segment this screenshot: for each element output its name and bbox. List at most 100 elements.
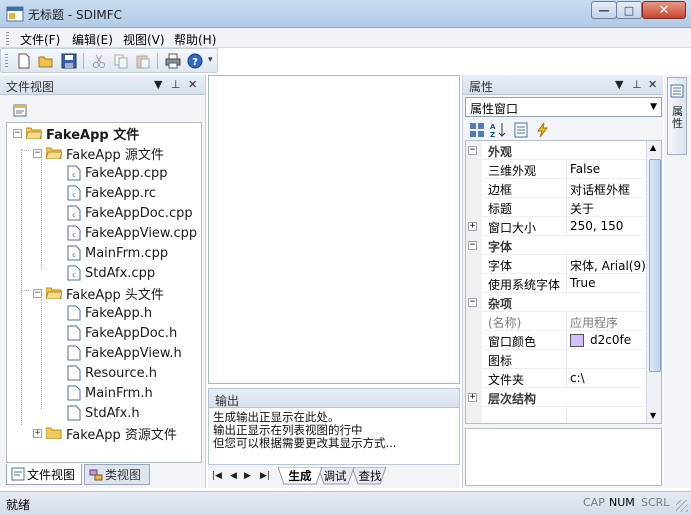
- tree-file[interactable]: c FakeAppDoc.cpp: [67, 203, 193, 223]
- collapse-icon[interactable]: −: [13, 128, 22, 138]
- properties-titlebar[interactable]: 属性 ▼ ⊥ ✕: [463, 75, 663, 95]
- collapse-icon[interactable]: −: [468, 298, 477, 307]
- scroll-down-icon[interactable]: ▼: [650, 411, 656, 420]
- tree-file[interactable]: c FakeApp.cpp: [67, 163, 168, 183]
- pane-menu-icon[interactable]: ▼: [615, 78, 623, 91]
- maximize-button[interactable]: □: [616, 1, 642, 19]
- chevron-down-icon[interactable]: ▼: [650, 102, 657, 112]
- property-value[interactable]: 对话框外框: [570, 181, 630, 198]
- properties-autohide-tab[interactable]: 属性: [667, 77, 687, 155]
- sort-alphabetical-icon[interactable]: AZ: [489, 122, 507, 138]
- property-row[interactable]: 窗口颜色 d2c0fe: [466, 331, 646, 350]
- tab-build[interactable]: 生成: [284, 467, 316, 485]
- tree-file[interactable]: c MainFrm.cpp: [67, 243, 168, 263]
- toolbar-grip-icon[interactable]: [5, 54, 8, 67]
- title-bar[interactable]: 无标题 - SDIMFC — □ ✕: [0, 0, 691, 28]
- category-row[interactable]: − 杂项: [466, 293, 646, 312]
- new-icon[interactable]: [16, 53, 32, 69]
- scrollbar-thumb[interactable]: [649, 159, 661, 372]
- help-icon[interactable]: ?: [187, 53, 203, 69]
- tab-fileview[interactable]: 文件视图: [6, 464, 82, 485]
- property-grid-scrollbar[interactable]: ▲ ▼: [646, 141, 661, 423]
- tree-root[interactable]: − FakeApp 文件: [13, 123, 139, 143]
- prev-tab-icon[interactable]: ◀: [230, 471, 237, 481]
- open-icon[interactable]: [38, 53, 54, 69]
- property-value[interactable]: c:\: [570, 371, 585, 385]
- category-row[interactable]: + 层次结构: [466, 388, 646, 407]
- tree-folder-resource[interactable]: + FakeApp 资源文件: [33, 423, 177, 443]
- category-row[interactable]: − 字体: [466, 236, 646, 255]
- pin-icon[interactable]: ⊥: [632, 78, 642, 91]
- tree-folder-header[interactable]: − FakeApp 头文件: [33, 283, 164, 303]
- tree-file[interactable]: FakeAppDoc.h: [67, 323, 177, 343]
- events-icon[interactable]: [535, 122, 551, 138]
- cut-icon[interactable]: [91, 53, 107, 69]
- properties-icon[interactable]: [12, 102, 28, 118]
- copy-icon[interactable]: [113, 53, 129, 69]
- menubar-grip-icon[interactable]: [6, 32, 9, 45]
- menu-help[interactable]: 帮助(H): [174, 31, 216, 48]
- tab-debug[interactable]: 调试: [320, 467, 350, 485]
- file-tree[interactable]: − FakeApp 文件 − FakeApp 源文件 c FakeApp.cpp…: [6, 122, 202, 463]
- properties-object-combo[interactable]: 属性窗口 ▼: [465, 97, 662, 117]
- category-row[interactable]: − 外观: [466, 141, 646, 160]
- property-value[interactable]: True: [570, 276, 596, 290]
- property-value[interactable]: d2c0fe: [590, 333, 631, 347]
- property-row[interactable]: 标题 关于: [466, 198, 646, 217]
- tree-file[interactable]: StdAfx.h: [67, 403, 140, 423]
- property-grid[interactable]: − 外观 三维外观 False 边框 对话框外框 标题 关于 + 窗口大小 25…: [465, 140, 662, 424]
- property-row[interactable]: 三维外观 False: [466, 160, 646, 179]
- property-value[interactable]: 宋体, Arial(9): [570, 257, 646, 274]
- property-value[interactable]: False: [570, 162, 600, 176]
- menu-file[interactable]: 文件(F): [20, 31, 60, 48]
- property-pages-icon[interactable]: [513, 122, 529, 138]
- first-tab-icon[interactable]: |◀: [212, 471, 222, 481]
- toolbar-overflow-icon[interactable]: ▾: [208, 55, 213, 65]
- output-text-area[interactable]: 生成输出正显示在此处。 输出正显示在列表视图的行中 但您可以根据需要更改其显示方…: [208, 408, 460, 465]
- expand-icon[interactable]: +: [468, 222, 477, 231]
- pin-icon[interactable]: ⊥: [171, 78, 181, 91]
- property-row[interactable]: 图标: [466, 350, 646, 369]
- menu-edit[interactable]: 编辑(E): [72, 31, 113, 48]
- output-titlebar[interactable]: 输出: [208, 388, 460, 408]
- property-value[interactable]: 关于: [570, 200, 594, 217]
- tab-find[interactable]: 查找: [356, 467, 384, 485]
- property-row[interactable]: + 窗口大小 250, 150: [466, 217, 646, 236]
- print-icon[interactable]: [165, 53, 181, 69]
- tree-file[interactable]: c StdAfx.cpp: [67, 263, 155, 283]
- paste-icon[interactable]: [135, 53, 151, 69]
- file-view-titlebar[interactable]: 文件视图 ▼ ⊥ ✕: [0, 75, 205, 95]
- save-icon[interactable]: [61, 53, 77, 69]
- tree-file[interactable]: MainFrm.h: [67, 383, 153, 403]
- property-row[interactable]: 边框 对话框外框: [466, 179, 646, 198]
- collapse-icon[interactable]: −: [33, 148, 42, 158]
- close-button[interactable]: ✕: [642, 1, 686, 19]
- pane-close-icon[interactable]: ✕: [188, 78, 197, 91]
- menu-view[interactable]: 视图(V): [123, 31, 165, 48]
- tree-file[interactable]: Resource.h: [67, 363, 157, 383]
- collapse-icon[interactable]: −: [468, 146, 477, 155]
- minimize-button[interactable]: —: [591, 1, 617, 19]
- property-row[interactable]: 字体 宋体, Arial(9): [466, 255, 646, 274]
- tree-file[interactable]: c FakeAppView.cpp: [67, 223, 197, 243]
- last-tab-icon[interactable]: ▶|: [260, 471, 270, 481]
- expand-icon[interactable]: +: [468, 393, 477, 402]
- tree-file[interactable]: FakeApp.h: [67, 303, 152, 323]
- categorized-icon[interactable]: [469, 122, 485, 138]
- collapse-icon[interactable]: −: [468, 241, 477, 250]
- next-tab-icon[interactable]: ▶: [244, 471, 251, 481]
- color-swatch[interactable]: [570, 334, 584, 347]
- tree-file[interactable]: FakeAppView.h: [67, 343, 182, 363]
- expand-icon[interactable]: +: [33, 428, 42, 438]
- collapse-icon[interactable]: −: [33, 288, 42, 298]
- pane-menu-icon[interactable]: ▼: [154, 78, 162, 91]
- tree-file[interactable]: c FakeApp.rc: [67, 183, 156, 203]
- property-value[interactable]: 250, 150: [570, 219, 623, 233]
- pane-close-icon[interactable]: ✕: [648, 78, 657, 91]
- resize-grip-icon[interactable]: [676, 500, 688, 512]
- tab-classview[interactable]: 类视图: [84, 464, 150, 485]
- scroll-up-icon[interactable]: ▲: [650, 143, 656, 152]
- property-row[interactable]: (名称) 应用程序: [466, 312, 646, 331]
- property-row[interactable]: 使用系统字体 True: [466, 274, 646, 293]
- tree-folder-source[interactable]: − FakeApp 源文件: [33, 143, 164, 163]
